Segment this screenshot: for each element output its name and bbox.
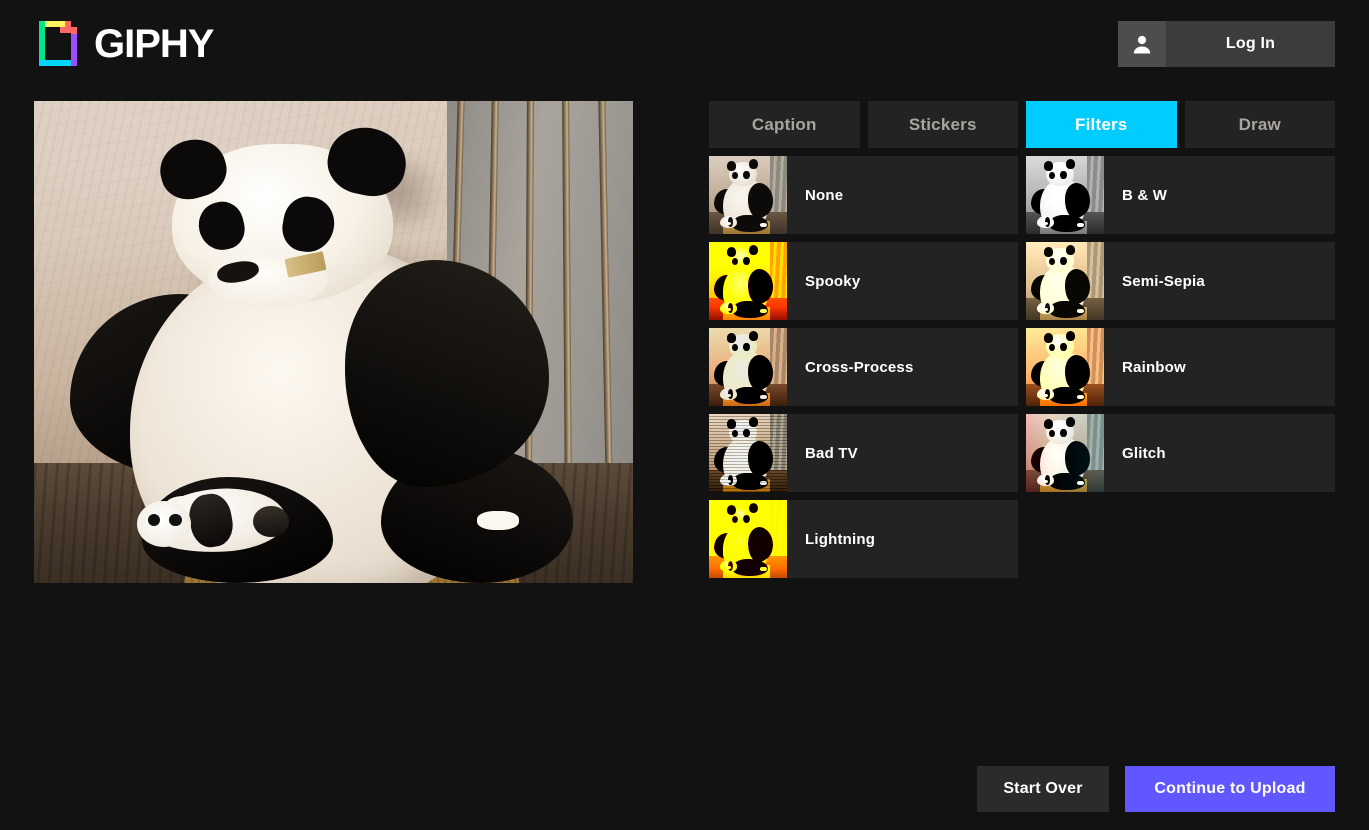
- filter-label: Semi-Sepia: [1122, 272, 1205, 290]
- tab-caption[interactable]: Caption: [709, 101, 860, 148]
- filter-label: B & W: [1122, 186, 1168, 204]
- filter-label: Rainbow: [1122, 358, 1186, 376]
- filter-thumbnail: [709, 156, 787, 234]
- filter-thumbnail: [709, 414, 787, 492]
- login-button[interactable]: Log In: [1118, 21, 1335, 67]
- filter-label: Glitch: [1122, 444, 1166, 462]
- gif-preview[interactable]: [34, 101, 633, 583]
- panda-cub-head: [137, 501, 191, 547]
- tab-draw-label: Draw: [1238, 114, 1281, 134]
- gif-preview-canvas: [34, 101, 633, 583]
- tab-filters-label: Filters: [1075, 114, 1128, 134]
- filter-thumbnail: [1026, 242, 1104, 320]
- filter-thumbnail: [709, 328, 787, 406]
- filter-label: Spooky: [805, 272, 861, 290]
- filter-option-lightning[interactable]: Lightning: [709, 500, 1018, 578]
- filter-label: None: [805, 186, 844, 204]
- person-icon: [1118, 21, 1166, 67]
- panda-cub-rump: [252, 505, 289, 538]
- filter-grid-spacer: [1026, 500, 1335, 578]
- continue-to-upload-button[interactable]: Continue to Upload: [1125, 766, 1335, 812]
- filter-list: None B & W Spooky Semi-Sepia Cross-Proce…: [709, 156, 1335, 578]
- filter-thumbnail: [1026, 414, 1104, 492]
- filter-option-none[interactable]: None: [709, 156, 1018, 234]
- start-over-button[interactable]: Start Over: [977, 766, 1109, 812]
- tab-draw[interactable]: Draw: [1184, 101, 1335, 148]
- filter-thumbnail: [709, 242, 787, 320]
- giphy-create-page: GIPHY Log In Caption Stickers Filters Dr…: [0, 0, 1369, 830]
- filter-label: Cross-Process: [805, 358, 914, 376]
- tab-stickers-label: Stickers: [908, 114, 977, 134]
- filter-thumbnail: [709, 500, 787, 578]
- editor-tabs: Caption Stickers Filters Draw: [709, 101, 1335, 148]
- site-header: GIPHY Log In: [0, 0, 1369, 88]
- brand-logo[interactable]: GIPHY: [34, 21, 214, 66]
- brand-name: GIPHY: [94, 21, 214, 66]
- tab-filters[interactable]: Filters: [1026, 101, 1177, 148]
- filter-option-rainbow[interactable]: Rainbow: [1026, 328, 1335, 406]
- editor-panel: Caption Stickers Filters Draw None B & W…: [709, 101, 1335, 578]
- filter-option-bad-tv[interactable]: Bad TV: [709, 414, 1018, 492]
- filter-option-semi-sepia[interactable]: Semi-Sepia: [1026, 242, 1335, 320]
- filter-option-glitch[interactable]: Glitch: [1026, 414, 1335, 492]
- tab-caption-label: Caption: [751, 114, 817, 134]
- tab-stickers[interactable]: Stickers: [867, 101, 1018, 148]
- giphy-logo-icon: [34, 21, 77, 66]
- filter-label: Bad TV: [805, 444, 858, 462]
- panda-paw: [477, 510, 520, 530]
- action-bar: Start Over Continue to Upload: [977, 766, 1335, 812]
- filter-option-cross-process[interactable]: Cross-Process: [709, 328, 1018, 406]
- panda-cub-eye-right: [169, 513, 182, 527]
- filter-thumbnail: [1026, 156, 1104, 234]
- filter-label: Lightning: [805, 530, 876, 548]
- filter-option-spooky[interactable]: Spooky: [709, 242, 1018, 320]
- filter-option-b-and-w[interactable]: B & W: [1026, 156, 1335, 234]
- login-button-label: Log In: [1225, 35, 1276, 52]
- filter-thumbnail: [1026, 328, 1104, 406]
